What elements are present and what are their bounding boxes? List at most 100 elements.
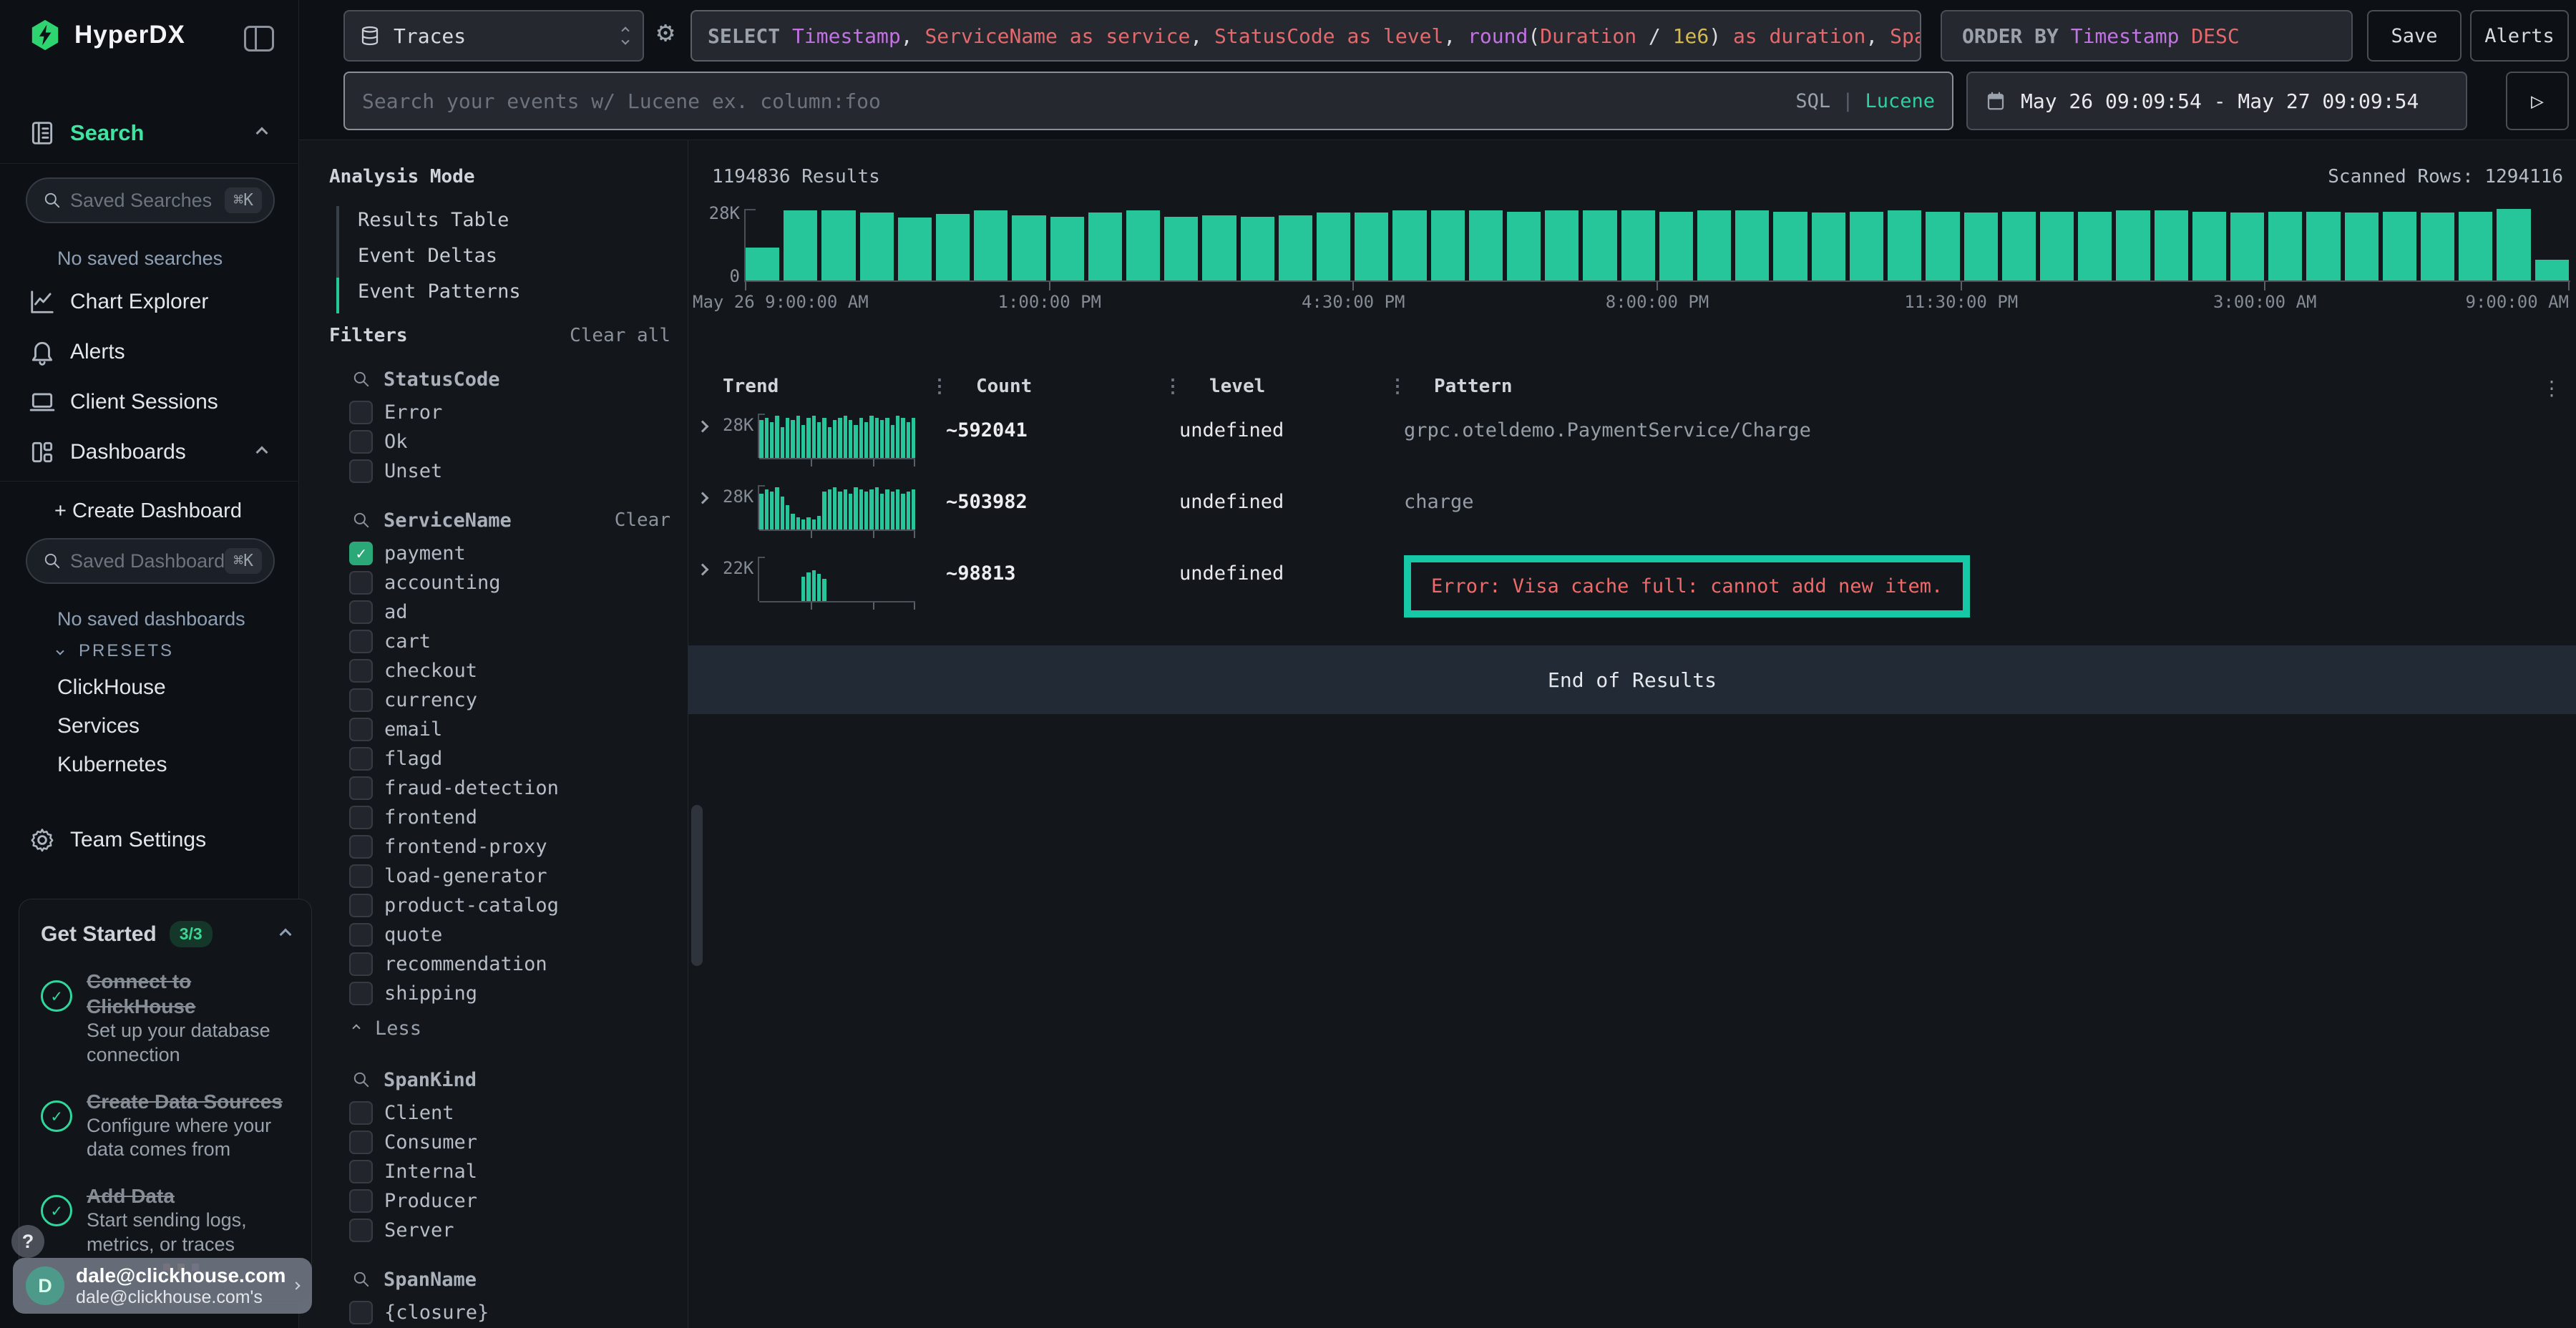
histogram-bar[interactable]	[2421, 213, 2454, 280]
filter-option[interactable]: cart	[299, 627, 688, 656]
histogram-bar[interactable]	[1583, 210, 1616, 280]
preset-item[interactable]: Services	[57, 714, 356, 738]
get-started-item[interactable]: ✓ Create Data Sources Configure where yo…	[41, 1089, 290, 1163]
checkbox[interactable]	[349, 600, 373, 624]
preset-item[interactable]: Kubernetes	[57, 753, 356, 777]
checkbox[interactable]	[349, 1160, 373, 1183]
checkbox[interactable]	[349, 1219, 373, 1242]
saved-searches-field[interactable]	[70, 190, 225, 212]
user-menu[interactable]: D dale@clickhouse.com dale@clickhouse.co…	[13, 1258, 312, 1314]
filter-option[interactable]: quote	[299, 920, 688, 949]
checkbox[interactable]	[349, 835, 373, 859]
histogram-bar[interactable]	[2383, 212, 2416, 280]
histogram-bar[interactable]	[1355, 213, 1388, 280]
filter-option[interactable]: checkout	[299, 656, 688, 685]
alerts-button[interactable]: Alerts	[2470, 10, 2569, 62]
histogram-bar[interactable]	[2078, 212, 2112, 280]
analysis-tab-event-patterns[interactable]: Event Patterns	[358, 273, 521, 309]
histogram-bar[interactable]	[2002, 212, 2036, 280]
filter-option[interactable]: Server	[299, 1216, 688, 1245]
chevron-up-icon[interactable]	[256, 446, 268, 459]
histogram-bar[interactable]	[1392, 210, 1426, 280]
checkbox[interactable]	[349, 776, 373, 800]
col-header-count[interactable]: ⋮Count	[946, 376, 1179, 397]
filter-option[interactable]: Client	[299, 1098, 688, 1128]
histogram-bar[interactable]	[1469, 210, 1503, 280]
histogram-bar[interactable]	[1241, 217, 1274, 280]
pattern-cell[interactable]: Error: Visa cache full: cannot add new i…	[1404, 557, 2576, 617]
get-started-item[interactable]: ✓ Add Data Start sending logs, metrics, …	[41, 1183, 290, 1257]
expand-row-icon[interactable]	[697, 421, 709, 433]
search-icon[interactable]	[352, 511, 371, 529]
checkbox[interactable]	[349, 952, 373, 976]
filter-option[interactable]: Internal	[299, 1157, 688, 1186]
checkbox[interactable]	[349, 1101, 373, 1125]
run-query-button[interactable]: ▷	[2506, 72, 2569, 130]
filter-option[interactable]: product-catalog	[299, 891, 688, 920]
chevron-up-icon[interactable]	[256, 127, 268, 140]
sidebar-collapse-icon[interactable]	[244, 26, 274, 52]
histogram-bar[interactable]	[1697, 210, 1731, 280]
event-search-bar[interactable]: SQL | Lucene	[343, 72, 1953, 130]
histogram-bar[interactable]	[1735, 210, 1769, 280]
search-icon[interactable]	[352, 370, 371, 389]
histogram-bar[interactable]	[1659, 212, 1693, 280]
table-options-icon[interactable]: ⋮	[2542, 376, 2562, 400]
histogram-bar[interactable]	[746, 248, 779, 280]
sidebar-item-chart-explorer[interactable]: Chart Explorer	[0, 283, 299, 321]
sql-editor[interactable]: SELECT Timestamp, ServiceName as service…	[691, 10, 1921, 62]
histogram-bar[interactable]	[974, 210, 1008, 280]
checkbox[interactable]	[349, 459, 373, 483]
histogram-bar[interactable]	[1926, 212, 1959, 280]
histogram-bar[interactable]	[1050, 217, 1084, 280]
checkbox[interactable]	[349, 630, 373, 653]
histogram-bar[interactable]	[1202, 215, 1236, 280]
col-header-level[interactable]: ⋮level	[1179, 376, 1404, 397]
clear-all-button[interactable]: Clear all	[570, 325, 670, 346]
filter-option[interactable]: Consumer	[299, 1128, 688, 1157]
filter-option[interactable]: ✓ payment	[299, 539, 688, 568]
filter-option[interactable]: shipping	[299, 979, 688, 1008]
analysis-tab-results-table[interactable]: Results Table	[358, 202, 521, 238]
lang-sql-toggle[interactable]: SQL	[1795, 90, 1830, 112]
histogram-bar[interactable]	[1812, 213, 1845, 280]
sidebar-item-client-sessions[interactable]: Client Sessions	[0, 384, 299, 421]
histogram-bar[interactable]	[821, 210, 855, 280]
gear-icon[interactable]: ⚙	[657, 16, 674, 49]
highlighted-pattern[interactable]: Error: Visa cache full: cannot add new i…	[1404, 555, 1970, 617]
drag-handle-icon[interactable]: ⋮	[930, 376, 949, 397]
filter-option[interactable]: recommendation	[299, 949, 688, 979]
checkbox[interactable]	[349, 806, 373, 829]
histogram-bar[interactable]	[1164, 217, 1198, 280]
histogram-bar[interactable]	[1850, 212, 1883, 280]
filter-option[interactable]: frontend	[299, 803, 688, 832]
filter-option[interactable]: ad	[299, 597, 688, 627]
checkbox[interactable]	[349, 923, 373, 947]
histogram-bar[interactable]	[2230, 213, 2264, 280]
drag-handle-icon[interactable]: ⋮	[1163, 376, 1182, 397]
histogram-bar[interactable]	[2192, 212, 2226, 280]
histogram-bar[interactable]	[2459, 212, 2492, 280]
histogram-bar[interactable]	[2116, 210, 2150, 280]
filter-option[interactable]: load-generator	[299, 861, 688, 891]
filter-option[interactable]: Producer	[299, 1186, 688, 1216]
histogram-bar[interactable]	[784, 210, 817, 280]
histogram-bar[interactable]	[1317, 213, 1350, 280]
scrollbar-thumb[interactable]	[691, 805, 703, 966]
presets-toggle[interactable]: PRESETS	[57, 641, 174, 661]
histogram-bar[interactable]	[898, 218, 932, 280]
filter-option[interactable]: Unset	[299, 456, 688, 486]
histogram-bar[interactable]	[1279, 215, 1312, 280]
chevron-up-icon[interactable]	[280, 928, 292, 940]
histogram-bar[interactable]	[936, 214, 970, 280]
histogram-bar[interactable]	[2535, 260, 2569, 280]
histogram-bar[interactable]	[1888, 210, 1921, 280]
checkbox[interactable]	[349, 1301, 373, 1324]
histogram-bar[interactable]	[860, 213, 894, 280]
histogram-bar[interactable]	[1545, 210, 1579, 280]
help-button[interactable]: ?	[11, 1225, 44, 1258]
filter-option[interactable]: frontend-proxy	[299, 832, 688, 861]
checkbox[interactable]	[349, 430, 373, 454]
histogram-bar[interactable]	[2497, 209, 2530, 280]
sidebar-item-team-settings[interactable]: Team Settings	[0, 821, 299, 859]
